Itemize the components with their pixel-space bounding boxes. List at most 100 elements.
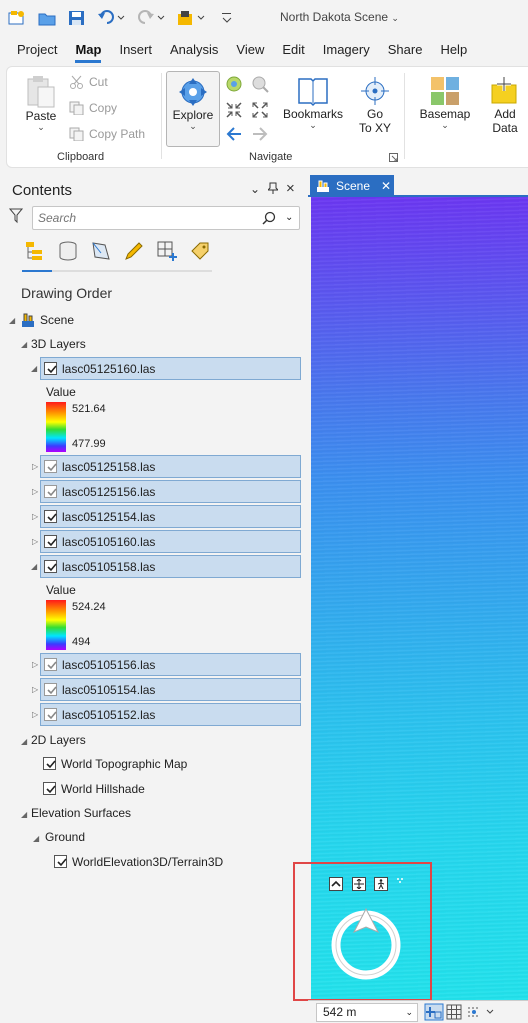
layer-visibility-checkbox[interactable]	[44, 708, 57, 721]
layer-name[interactable]: lasc05105156.las	[62, 658, 155, 672]
navigator-toggle-icon[interactable]	[329, 877, 343, 891]
scene-label[interactable]: Scene	[40, 313, 74, 327]
ground-collapse-icon[interactable]: ◢	[33, 834, 39, 843]
ground-label[interactable]: Ground	[45, 830, 85, 844]
search-options-chevron-icon[interactable]: ⌄	[285, 212, 293, 223]
layer-visibility-checkbox[interactable]	[44, 510, 57, 523]
layer-visibility-checkbox[interactable]	[44, 683, 57, 696]
layer-visibility-checkbox[interactable]	[44, 535, 57, 548]
scene-collapse-icon[interactable]: ◢	[9, 316, 15, 325]
tab-edit[interactable]: Edit	[273, 36, 313, 64]
tab-share[interactable]: Share	[379, 36, 432, 64]
elevation-surfaces-label[interactable]: Elevation Surfaces	[31, 806, 131, 820]
layer-expand-icon[interactable]: ▷	[32, 710, 38, 719]
layer-visibility-checkbox[interactable]	[44, 658, 57, 671]
basemap-button[interactable]: Basemap ⌄	[417, 75, 473, 130]
correction-toggle-icon[interactable]	[466, 1004, 496, 1023]
layer-visibility-checkbox[interactable]	[43, 782, 56, 795]
layer-name[interactable]: lasc05105158.las	[62, 560, 155, 574]
list-by-editing-icon[interactable]	[123, 240, 156, 262]
full-extent-icon[interactable]	[225, 75, 243, 96]
zoom-in-icon[interactable]	[225, 101, 243, 122]
grid-toggle-icon[interactable]	[446, 1004, 462, 1023]
snapping-toggle-icon[interactable]	[424, 1003, 444, 1023]
layers-3d-label[interactable]: 3D Layers	[31, 337, 86, 351]
explore-button[interactable]: Explore ⌄	[166, 71, 220, 147]
save-project-icon[interactable]	[66, 7, 88, 29]
layer-expand-icon[interactable]: ▷	[32, 462, 38, 471]
pin-icon[interactable]	[266, 182, 280, 197]
filter-icon[interactable]	[8, 208, 24, 227]
new-project-icon[interactable]	[6, 7, 28, 29]
add-data-button[interactable]: Add Data	[483, 75, 527, 135]
layer-name[interactable]: lasc05105152.las	[62, 708, 155, 722]
cut-button[interactable]: Cut	[69, 75, 108, 89]
zoom-out-icon[interactable]	[251, 101, 269, 122]
tab-view[interactable]: View	[227, 36, 273, 64]
navigator-options-icon[interactable]	[396, 876, 406, 890]
surface-name[interactable]: WorldElevation3D/Terrain3D	[72, 855, 223, 869]
close-tab-icon[interactable]: ✕	[381, 179, 391, 193]
elevation-collapse-icon[interactable]: ◢	[21, 810, 27, 819]
window-title[interactable]: North Dakota Scene ⌄	[280, 10, 399, 24]
layer-collapse-icon[interactable]: ◢	[31, 364, 37, 373]
layer-visibility-checkbox[interactable]	[44, 460, 57, 473]
layer-name[interactable]: lasc05105154.las	[62, 683, 155, 697]
layer-name[interactable]: lasc05125158.las	[62, 460, 155, 474]
customize-icon[interactable]	[176, 7, 208, 29]
navigator-walk-icon[interactable]	[374, 877, 388, 891]
next-extent-icon[interactable]	[251, 125, 269, 146]
tab-map[interactable]: Map	[66, 36, 110, 64]
bookmarks-button[interactable]: Bookmarks ⌄	[281, 75, 345, 130]
redo-icon[interactable]	[136, 7, 168, 29]
surface-visibility-checkbox[interactable]	[54, 855, 67, 868]
layers-2d-collapse-icon[interactable]: ◢	[21, 737, 27, 746]
copy-path-button[interactable]: Copy Path	[69, 127, 145, 141]
layer-visibility-checkbox[interactable]	[44, 362, 57, 375]
list-by-labeling-icon[interactable]	[189, 240, 222, 262]
layers-2d-label[interactable]: 2D Layers	[31, 733, 86, 747]
layer-name[interactable]: lasc05125156.las	[62, 485, 155, 499]
previous-extent-icon[interactable]	[225, 125, 243, 146]
pane-options-chevron-icon[interactable]: ⌄	[250, 182, 260, 196]
tab-help[interactable]: Help	[431, 36, 476, 64]
open-project-icon[interactable]	[36, 7, 58, 29]
layer-expand-icon[interactable]: ▷	[32, 512, 38, 521]
navigate-dialog-launcher-icon[interactable]	[389, 152, 399, 166]
search-box[interactable]: ⌄	[32, 206, 300, 230]
undo-icon[interactable]	[96, 7, 128, 29]
list-by-snapping-icon[interactable]	[156, 240, 189, 262]
layer-collapse-icon[interactable]: ◢	[31, 562, 37, 571]
search-input[interactable]	[38, 210, 258, 226]
layer-name[interactable]: lasc05125154.las	[62, 510, 155, 524]
go-to-xy-button[interactable]: Go To XY	[355, 75, 395, 135]
layers-3d-collapse-icon[interactable]: ◢	[21, 340, 27, 349]
layer-expand-icon[interactable]: ▷	[32, 660, 38, 669]
navigator-heading-icon[interactable]	[352, 877, 366, 891]
list-by-drawing-order-icon[interactable]	[24, 240, 57, 262]
layer-name[interactable]: lasc05105160.las	[62, 535, 155, 549]
scale-selector[interactable]: 542 m ⌄	[316, 1003, 418, 1022]
layer-expand-icon[interactable]: ▷	[32, 685, 38, 694]
qat-overflow-icon[interactable]	[216, 7, 238, 29]
tab-scene[interactable]: Scene ✕	[310, 175, 394, 197]
tab-project[interactable]: Project	[8, 36, 66, 64]
layer-expand-icon[interactable]: ▷	[32, 537, 38, 546]
list-by-selection-icon[interactable]	[90, 240, 123, 262]
copy-button[interactable]: Copy	[69, 101, 117, 115]
layer-name[interactable]: lasc05125160.las	[62, 362, 155, 376]
paste-button[interactable]: Paste ⌄	[19, 75, 63, 132]
tab-imagery[interactable]: Imagery	[314, 36, 379, 64]
layer-expand-icon[interactable]: ▷	[32, 487, 38, 496]
navigator-compass-icon[interactable]	[329, 907, 403, 981]
tab-insert[interactable]: Insert	[110, 36, 161, 64]
layer-name[interactable]: World Topographic Map	[61, 757, 187, 771]
close-pane-icon[interactable]: ×	[286, 180, 295, 197]
tab-analysis[interactable]: Analysis	[161, 36, 227, 64]
layer-visibility-checkbox[interactable]	[44, 560, 57, 573]
layer-visibility-checkbox[interactable]	[43, 757, 56, 770]
fixed-zoom-icon[interactable]	[251, 75, 269, 96]
layer-visibility-checkbox[interactable]	[44, 485, 57, 498]
search-icon[interactable]	[262, 211, 276, 228]
list-by-data-source-icon[interactable]	[57, 240, 90, 262]
